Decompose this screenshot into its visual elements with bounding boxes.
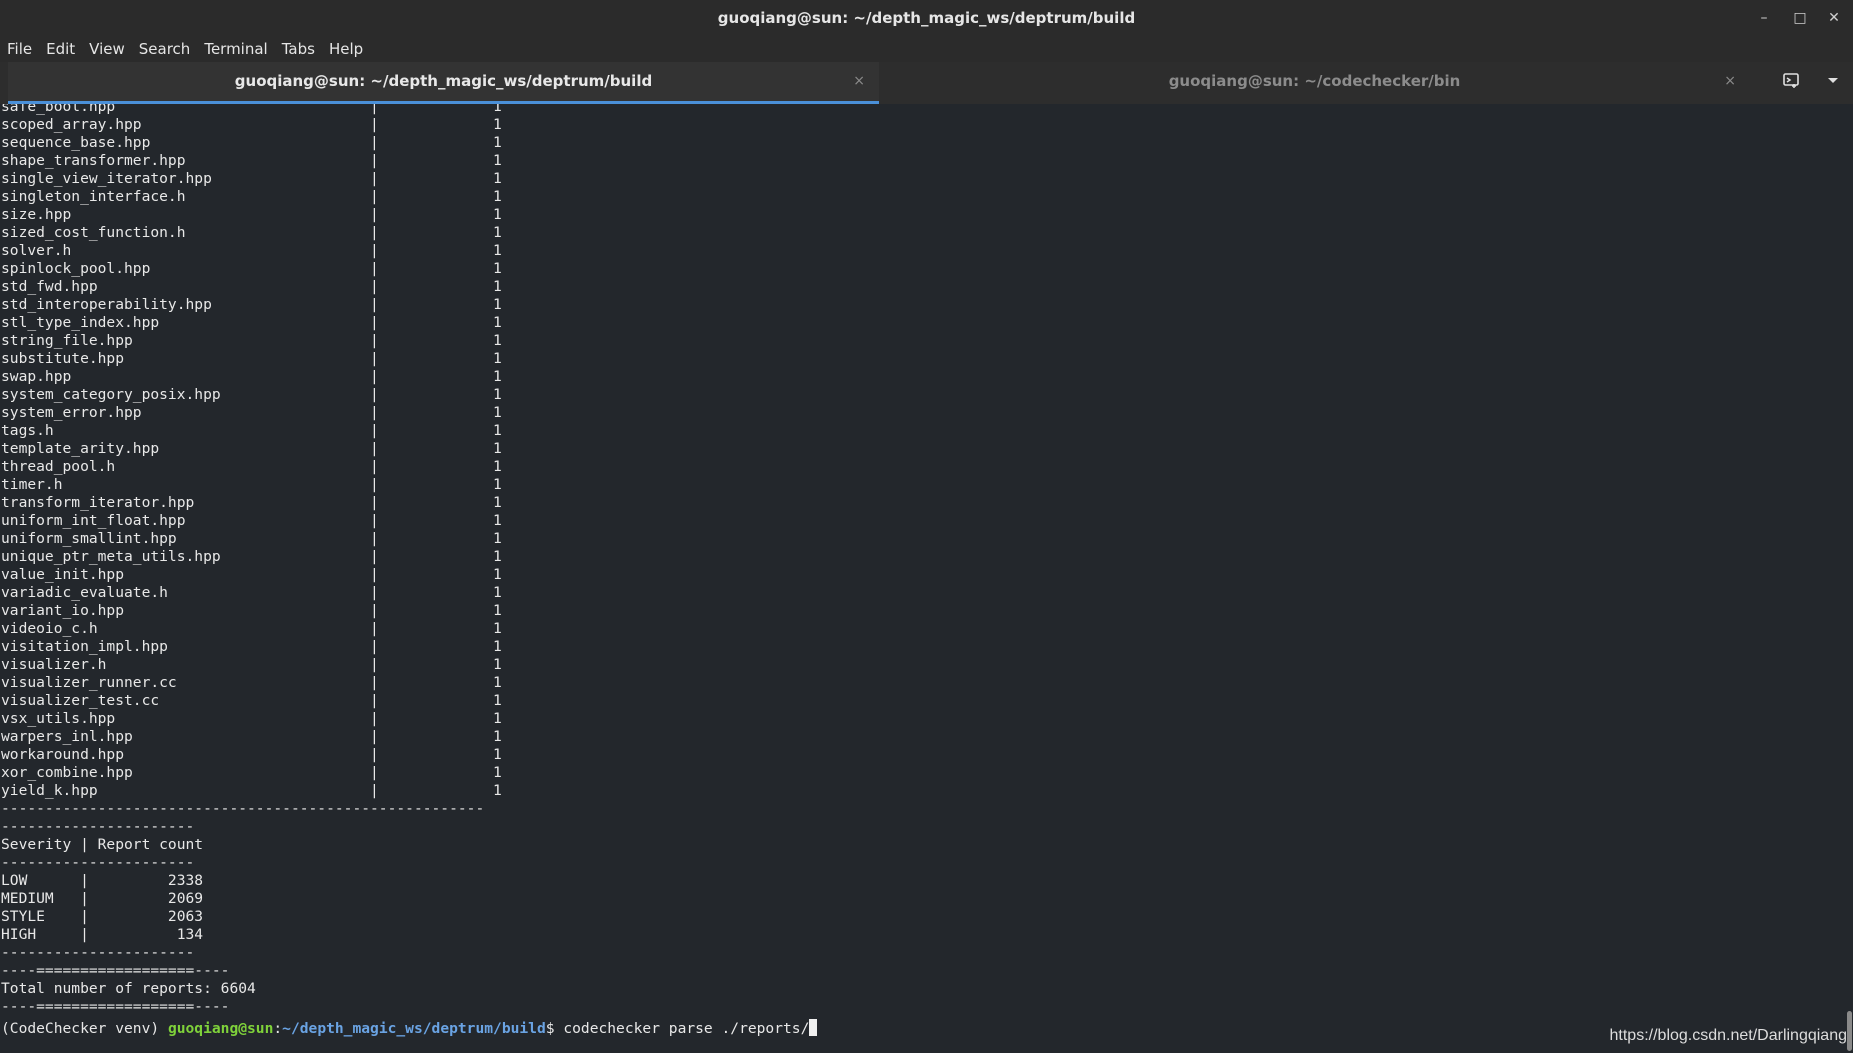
table-rule: ---------------------- [1, 944, 195, 961]
file-count-row: sized_cost_function.h | 1 [1, 224, 502, 241]
file-count-row: value_init.hpp | 1 [1, 566, 502, 583]
file-count-row: thread_pool.h | 1 [1, 458, 502, 475]
tab-bar: guoqiang@sun: ~/depth_magic_ws/deptrum/b… [0, 62, 1853, 104]
file-count-row: transform_iterator.hpp | 1 [1, 494, 502, 511]
menu-file[interactable]: File [0, 36, 39, 62]
file-count-row: visualizer.h | 1 [1, 656, 502, 673]
file-count-row: xor_combine.hpp | 1 [1, 764, 502, 781]
minimize-icon[interactable]: – [1752, 6, 1776, 30]
total-rule: ----==================---- [1, 998, 230, 1015]
tab-close-icon[interactable]: × [1724, 62, 1736, 100]
file-count-row: tags.h | 1 [1, 422, 502, 439]
total-rule: ----==================---- [1, 962, 230, 979]
prompt-line[interactable]: (CodeChecker venv) guoqiang@sun:~/depth_… [1, 1019, 818, 1037]
file-count-row: spinlock_pool.hpp | 1 [1, 260, 502, 277]
new-tab-icon[interactable] [1779, 71, 1803, 95]
window-title: guoqiang@sun: ~/depth_magic_ws/deptrum/b… [717, 9, 1136, 27]
file-count-row: solver.h | 1 [1, 242, 502, 259]
menu-edit[interactable]: Edit [39, 36, 82, 62]
file-count-row: string_file.hpp | 1 [1, 332, 502, 349]
file-count-row: system_error.hpp | 1 [1, 404, 502, 421]
file-count-row: unique_ptr_meta_utils.hpp | 1 [1, 548, 502, 565]
watermark: https://blog.csdn.net/Darlingqiang [1609, 1027, 1847, 1044]
file-count-row: single_view_iterator.hpp | 1 [1, 170, 502, 187]
severity-row: MEDIUM | 2069 [1, 890, 204, 907]
file-count-row: system_category_posix.hpp | 1 [1, 386, 502, 403]
severity-row: LOW | 2338 [1, 872, 204, 889]
prompt-dollar: $ [545, 1020, 564, 1037]
file-count-row: size.hpp | 1 [1, 206, 502, 223]
tab-label: guoqiang@sun: ~/depth_magic_ws/deptrum/b… [234, 72, 653, 90]
menu-help[interactable]: Help [322, 36, 370, 62]
file-count-row: uniform_smallint.hpp | 1 [1, 530, 502, 547]
file-count-row: template_arity.hpp | 1 [1, 440, 502, 457]
title-bar: guoqiang@sun: ~/depth_magic_ws/deptrum/b… [0, 0, 1853, 36]
tab-codechecker-bin[interactable]: guoqiang@sun: ~/codechecker/bin × [879, 62, 1750, 104]
file-count-row: shape_transformer.hpp | 1 [1, 152, 502, 169]
file-count-row: yield_k.hpp | 1 [1, 782, 502, 799]
table-rule: ---------------------- [1, 818, 195, 835]
total-line: Total number of reports: 6604 [1, 980, 256, 997]
file-count-row: workaround.hpp | 1 [1, 746, 502, 763]
file-count-row: swap.hpp | 1 [1, 368, 502, 385]
prompt-separator: : [273, 1020, 283, 1037]
command-input[interactable]: codechecker parse ./reports/ [563, 1020, 809, 1037]
severity-row: STYLE | 2063 [1, 908, 204, 925]
prompt-env: (CodeChecker venv) [1, 1020, 168, 1037]
terminal-output[interactable]: safe_bool.hpp | 1 scoped_array.hpp | 1 seq… [0, 104, 1845, 1053]
file-count-row: visualizer_runner.cc | 1 [1, 674, 502, 691]
file-count-row: scoped_array.hpp | 1 [1, 116, 502, 133]
menu-search[interactable]: Search [132, 36, 198, 62]
file-count-row: variadic_evaluate.h | 1 [1, 584, 502, 601]
table-rule: ---------------------- [1, 854, 195, 871]
file-count-row: uniform_int_float.hpp | 1 [1, 512, 502, 529]
menu-tabs[interactable]: Tabs [275, 36, 322, 62]
file-count-row: visitation_impl.hpp | 1 [1, 638, 502, 655]
maximize-icon[interactable]: □ [1788, 6, 1812, 30]
file-count-row: timer.h | 1 [1, 476, 502, 493]
file-count-row: std_fwd.hpp | 1 [1, 278, 502, 295]
menu-bar: File Edit View Search Terminal Tabs Help [0, 36, 1853, 62]
terminal-icon [1783, 73, 1799, 88]
file-count-row: std_interoperability.hpp | 1 [1, 296, 502, 313]
file-count-row: vsx_utils.hpp | 1 [1, 710, 502, 727]
close-icon[interactable]: ✕ [1822, 6, 1846, 30]
menu-terminal[interactable]: Terminal [197, 36, 274, 62]
tab-build[interactable]: guoqiang@sun: ~/depth_magic_ws/deptrum/b… [8, 62, 879, 104]
severity-row: HIGH | 134 [1, 926, 204, 943]
prompt-user: guoqiang@sun [167, 1020, 274, 1037]
tabs-menu-chevron-down-icon[interactable] [1821, 71, 1845, 95]
file-count-row: substitute.hpp | 1 [1, 350, 502, 367]
table-rule: ----------------------------------------… [1, 800, 485, 817]
scrollbar-thumb[interactable] [1847, 1011, 1852, 1051]
severity-header: Severity | Report count [1, 836, 204, 853]
tab-close-icon[interactable]: × [853, 62, 865, 100]
file-count-row: visualizer_test.cc | 1 [1, 692, 502, 709]
prompt-path: ~/depth_magic_ws/deptrum/build [282, 1020, 546, 1037]
tab-label: guoqiang@sun: ~/codechecker/bin [1168, 72, 1461, 90]
file-count-row: safe_bool.hpp | 1 [1, 104, 502, 115]
file-count-row: variant_io.hpp | 1 [1, 602, 502, 619]
menu-view[interactable]: View [82, 36, 132, 62]
file-count-row: singleton_interface.h | 1 [1, 188, 502, 205]
scrollbar[interactable] [1845, 104, 1853, 1053]
file-count-row: warpers_inl.hpp | 1 [1, 728, 502, 745]
chevron-down-icon [1828, 78, 1838, 83]
text-cursor [809, 1019, 818, 1036]
file-count-row: videoio_c.h | 1 [1, 620, 502, 637]
file-count-row: stl_type_index.hpp | 1 [1, 314, 502, 331]
file-count-row: sequence_base.hpp | 1 [1, 134, 502, 151]
terminal-text: safe_bool.hpp | 1 scoped_array.hpp | 1 seq… [0, 104, 502, 1016]
